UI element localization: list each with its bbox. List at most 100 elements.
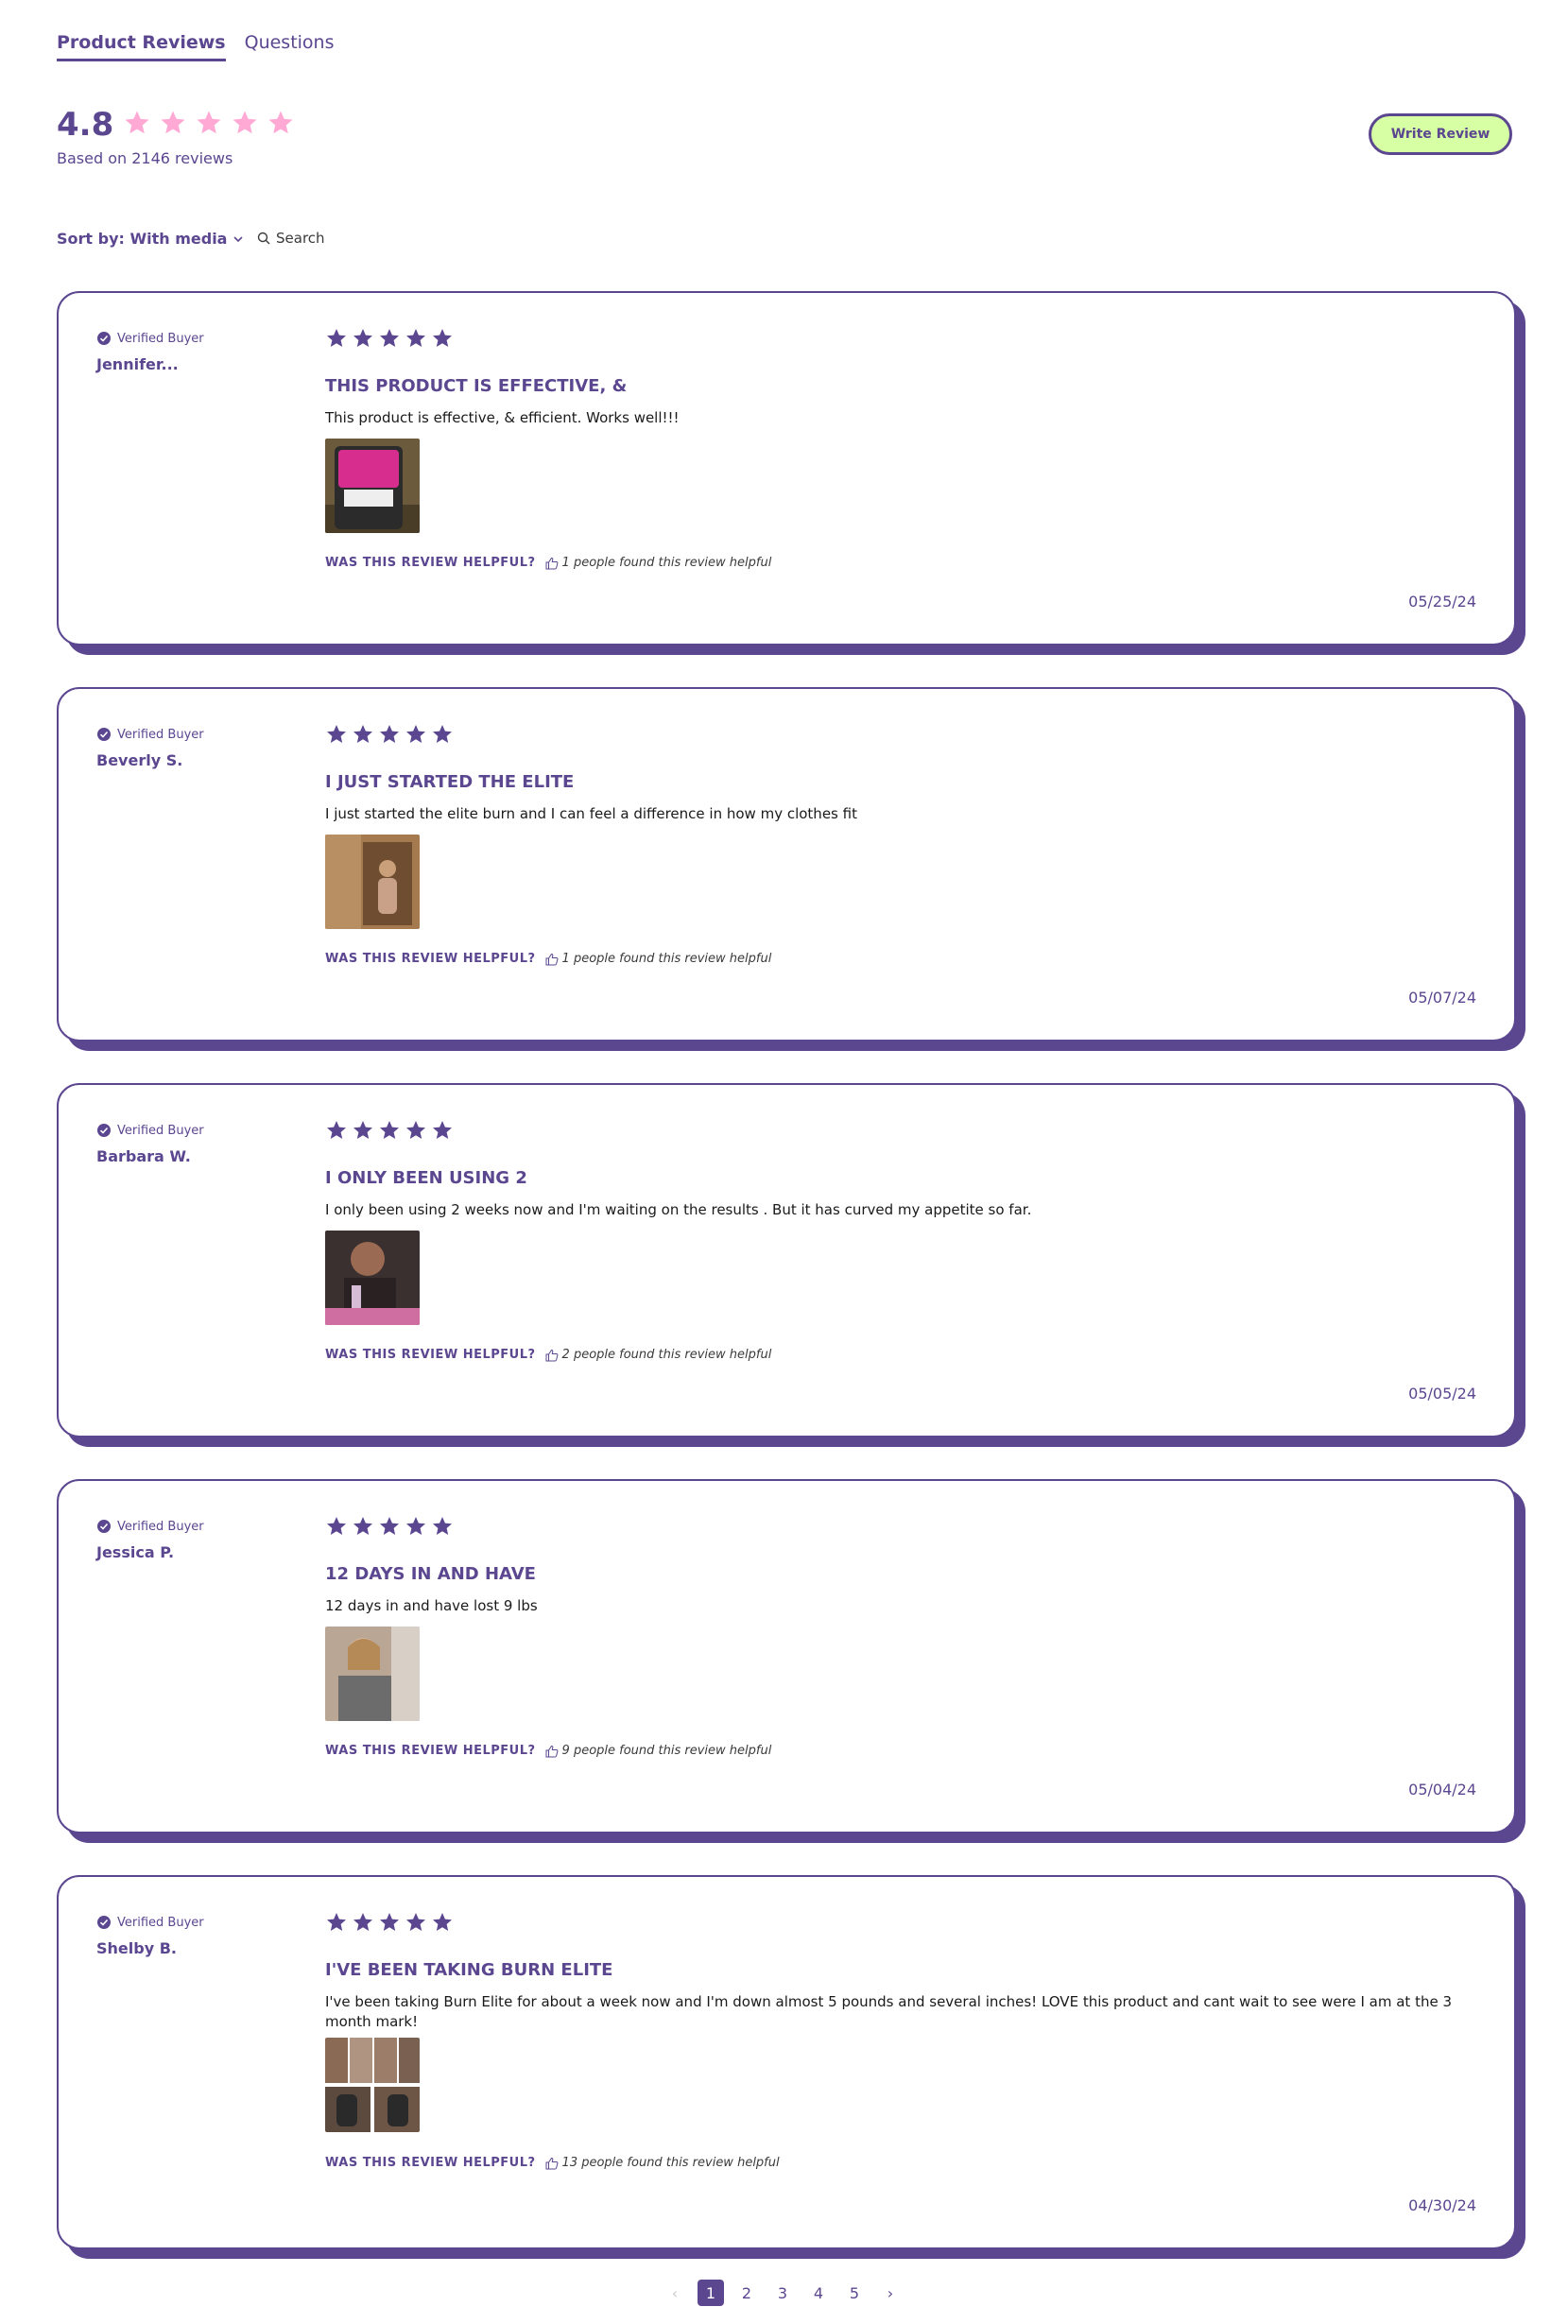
review-photo[interactable]: [325, 1231, 420, 1325]
verified-badge: Verified Buyer: [96, 1123, 204, 1138]
helpful-vote[interactable]: 9 people found this review helpful: [545, 1744, 771, 1758]
review-card: Verified Buyer Barbara W. I ONLY BEEN US…: [57, 1083, 1516, 1437]
review-date: 05/25/24: [1408, 593, 1476, 611]
review-date: 05/04/24: [1408, 1781, 1476, 1799]
star-icon: [433, 1121, 452, 1139]
page-3[interactable]: 3: [769, 2280, 796, 2306]
review-card: Verified Buyer Beverly S. I JUST STARTED…: [57, 687, 1516, 1041]
review-card: Verified Buyer Jennifer... THIS PRODUCT …: [57, 291, 1516, 646]
star-icon: [327, 1121, 346, 1139]
review-author: Beverly S.: [96, 751, 183, 769]
helpful-question: WAS THIS REVIEW HELPFUL?: [325, 556, 536, 570]
star-icon: [125, 111, 149, 134]
check-circle-icon: [97, 332, 111, 345]
review-title: 12 DAYS IN AND HAVE: [325, 1564, 536, 1584]
rating-summary: 4.8 Based on 2146 reviews: [57, 106, 302, 167]
page-1[interactable]: 1: [698, 2280, 724, 2306]
verified-badge: Verified Buyer: [96, 727, 204, 742]
review-body: I only been using 2 weeks now and I'm wa…: [325, 1201, 1032, 1218]
star-icon: [327, 725, 346, 743]
star-icon: [268, 111, 293, 134]
write-review-button[interactable]: Write Review: [1369, 113, 1512, 155]
star-icon: [406, 725, 425, 743]
review-body: I just started the elite burn and I can …: [325, 805, 857, 822]
thumbs-up-icon: [545, 2157, 558, 2169]
review-author: Barbara W.: [96, 1147, 191, 1165]
helpful-question: WAS THIS REVIEW HELPFUL?: [325, 1744, 536, 1758]
helpful-question: WAS THIS REVIEW HELPFUL?: [325, 952, 536, 966]
review-author: Jennifer...: [96, 355, 179, 373]
review-stars: [325, 327, 454, 350]
review-tabs: Product Reviews Questions: [57, 32, 335, 61]
review-author: Shelby B.: [96, 1939, 177, 1957]
helpful-question: WAS THIS REVIEW HELPFUL?: [325, 1348, 536, 1362]
review-title: I ONLY BEEN USING 2: [325, 1168, 527, 1188]
helpful-row: WAS THIS REVIEW HELPFUL? 1 people found …: [325, 952, 771, 966]
star-icon: [380, 1913, 399, 1931]
pagination: ‹ 1 2 3 4 5 ›: [662, 2280, 904, 2306]
review-date: 04/30/24: [1408, 2196, 1476, 2214]
page-5[interactable]: 5: [841, 2280, 868, 2306]
review-author: Jessica P.: [96, 1543, 175, 1561]
helpful-vote[interactable]: 1 people found this review helpful: [545, 556, 771, 570]
review-stars: [325, 1119, 454, 1142]
helpful-row: WAS THIS REVIEW HELPFUL? 1 people found …: [325, 556, 771, 570]
helpful-vote[interactable]: 1 people found this review helpful: [545, 952, 771, 966]
star-icon: [406, 1121, 425, 1139]
thumbs-up-icon: [545, 557, 558, 569]
helpful-vote[interactable]: 13 people found this review helpful: [545, 2156, 780, 2170]
tab-questions[interactable]: Questions: [245, 32, 335, 61]
review-body: 12 days in and have lost 9 lbs: [325, 1597, 538, 1614]
page-4[interactable]: 4: [805, 2280, 832, 2306]
helpful-question: WAS THIS REVIEW HELPFUL?: [325, 2156, 536, 2170]
check-circle-icon: [97, 728, 111, 741]
star-icon: [380, 725, 399, 743]
star-icon: [406, 329, 425, 347]
star-icon: [327, 1913, 346, 1931]
helpful-vote[interactable]: 2 people found this review helpful: [545, 1348, 771, 1362]
review-stars: [325, 1911, 454, 1934]
star-icon: [161, 111, 185, 134]
review-stars: [325, 1515, 454, 1538]
next-page-button[interactable]: ›: [877, 2280, 904, 2306]
star-icon: [353, 1913, 372, 1931]
verified-badge: Verified Buyer: [96, 1519, 204, 1534]
review-photo[interactable]: [325, 439, 420, 533]
review-photo-collage[interactable]: [325, 2038, 420, 2132]
star-icon: [433, 1913, 452, 1931]
review-date: 05/05/24: [1408, 1385, 1476, 1403]
star-icon: [353, 1517, 372, 1535]
search-label: Search: [276, 230, 325, 247]
check-circle-icon: [97, 1124, 111, 1137]
star-icon: [353, 329, 372, 347]
star-icon: [433, 725, 452, 743]
star-icon: [353, 1121, 372, 1139]
star-icon: [433, 1517, 452, 1535]
verified-badge: Verified Buyer: [96, 331, 204, 346]
page-2[interactable]: 2: [733, 2280, 760, 2306]
helpful-row: WAS THIS REVIEW HELPFUL? 13 people found…: [325, 2156, 780, 2170]
check-circle-icon: [97, 1916, 111, 1929]
search-icon: [257, 232, 270, 245]
helpful-row: WAS THIS REVIEW HELPFUL? 9 people found …: [325, 1744, 771, 1758]
review-photo[interactable]: [325, 1627, 420, 1721]
star-icon: [327, 329, 346, 347]
review-photo[interactable]: [325, 835, 420, 929]
review-title: I'VE BEEN TAKING BURN ELITE: [325, 1960, 613, 1980]
tab-product-reviews[interactable]: Product Reviews: [57, 32, 226, 61]
verified-badge: Verified Buyer: [96, 1915, 204, 1930]
prev-page-button[interactable]: ‹: [662, 2280, 688, 2306]
star-icon: [406, 1517, 425, 1535]
star-icon: [327, 1517, 346, 1535]
star-icon: [380, 329, 399, 347]
average-rating: 4.8: [57, 106, 114, 144]
sort-label: Sort by: With media: [57, 230, 228, 248]
sort-dropdown[interactable]: Sort by: With media: [57, 230, 244, 248]
star-icon: [433, 329, 452, 347]
star-icon: [353, 725, 372, 743]
review-title: THIS PRODUCT IS EFFECTIVE, &: [325, 376, 628, 396]
average-stars: [123, 109, 302, 141]
review-body: This product is effective, & efficient. …: [325, 409, 680, 426]
check-circle-icon: [97, 1520, 111, 1533]
search-button[interactable]: Search: [257, 230, 325, 247]
